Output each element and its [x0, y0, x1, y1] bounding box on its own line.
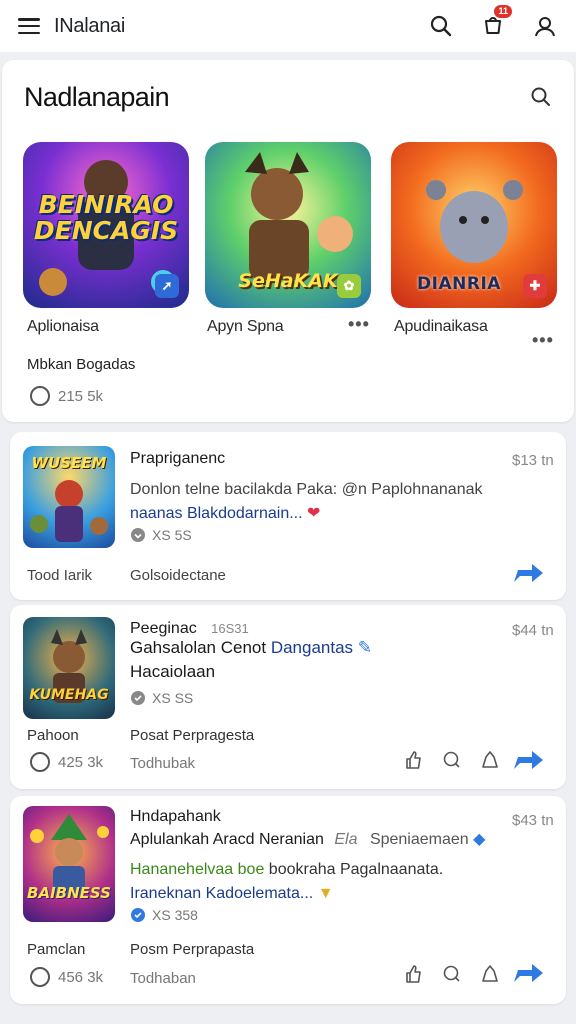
game-art-image — [51, 629, 87, 703]
more-options-icon[interactable]: ••• — [348, 314, 370, 335]
post-thumbnail[interactable]: KUMEHAG — [23, 617, 115, 719]
check-circle-icon — [131, 691, 145, 705]
verified-icon: ◆ — [473, 831, 486, 848]
post-actions — [404, 750, 500, 770]
search-icon[interactable] — [428, 13, 454, 39]
share-arrow-icon[interactable] — [512, 749, 544, 771]
featured-tile-3[interactable]: DIANRIA ✚ — [391, 142, 557, 308]
thumb-art-title: BAIBNESS — [27, 884, 111, 902]
desc-line: Hacaiolaan — [130, 662, 216, 681]
bookmark-icon[interactable] — [480, 964, 500, 984]
post-count-label: Todhubak — [130, 755, 196, 772]
post-footer-left: Pamclan — [27, 941, 86, 958]
post-thumbnail[interactable]: BAIBNESS — [23, 806, 115, 922]
featured-count: 215 5k — [30, 386, 103, 406]
post-stat: XS 5S — [130, 527, 192, 543]
trophy-icon: ▼ — [317, 885, 334, 902]
badge-icon: ✚ — [523, 274, 547, 298]
stat-value: XS SS — [152, 690, 194, 706]
post-footer-left: Pahoon — [27, 727, 79, 744]
stat-value: XS 358 — [152, 907, 198, 923]
section-search-icon[interactable] — [530, 86, 552, 113]
post-footer-mid: Golsoidectane — [130, 567, 226, 584]
badge-icon: ✿ — [337, 274, 361, 298]
tile-art-title: BEINIRAO DENCAGIS — [33, 190, 179, 245]
post-title-text: Peeginac — [130, 620, 197, 637]
profile-icon[interactable] — [532, 13, 558, 39]
more-options-icon[interactable]: ••• — [532, 330, 554, 351]
post-tag: Speniaemaen — [369, 831, 469, 848]
post-title: Hndapahank — [130, 808, 221, 825]
app-title: INalanai — [54, 14, 125, 37]
game-art-image — [30, 814, 109, 896]
count-value: 215 5k — [58, 387, 104, 405]
circle-icon — [30, 386, 50, 406]
post-subtitle: Aplulankah Aracd Neranian Ela Speniaemae… — [130, 829, 485, 849]
tile-label: Apyn Spna — [207, 318, 284, 335]
post-count: 425 3k — [30, 752, 103, 772]
post-footer-mid: Posm Perprapasta — [130, 941, 255, 958]
post-count: 456 3k — [30, 967, 103, 987]
desc-line: naanas Blakdodarnain... — [130, 505, 303, 522]
menu-icon[interactable] — [18, 18, 40, 34]
post-subtitle-text: Aplulankah Aracd Neranian — [130, 831, 324, 848]
share-icon[interactable]: ➚ — [155, 274, 179, 298]
featured-tile-2[interactable]: SeHaKAK ✿ — [205, 142, 371, 308]
circle-icon — [30, 967, 50, 987]
count-value: 425 3k — [58, 753, 104, 771]
post-description: Donlon telne bacilakda Paka: @n Paplohna… — [130, 478, 550, 526]
post-count-label: Todhaban — [130, 970, 196, 987]
top-app-bar: INalanai 11 — [0, 0, 576, 52]
desc-text: Hananehelvaa boe — [130, 861, 265, 878]
post-description: Gahsalolan Cenot Dangantas ✎ Hacaiolaan — [130, 636, 550, 684]
featured-subtitle: Mbkan Bogadas — [27, 356, 136, 373]
tile-label: Apudinaikasa — [394, 318, 488, 335]
post-stat: XS SS — [130, 690, 193, 706]
share-arrow-icon[interactable] — [512, 962, 544, 984]
post-thumbnail[interactable]: WUSEEM — [23, 446, 115, 548]
like-icon[interactable] — [404, 964, 424, 984]
post-time: $13 tn — [512, 452, 554, 469]
post-actions — [404, 964, 500, 984]
section-title: Nadlanapain — [24, 82, 170, 112]
count-value: 456 3k — [58, 968, 104, 986]
desc-link[interactable]: Dangantas — [271, 638, 353, 657]
desc-line: Donlon telne bacilakda Paka: @n Paplohna… — [130, 481, 483, 498]
like-icon[interactable] — [404, 750, 424, 770]
cart-badge: 11 — [494, 5, 512, 18]
thumb-art-title: WUSEEM — [31, 454, 107, 472]
post-title: Prapriganenc — [130, 450, 226, 467]
share-arrow-icon[interactable] — [512, 562, 544, 584]
post-stat: XS 358 — [130, 907, 198, 923]
post-time: $43 tn — [512, 812, 554, 829]
thumb-art-title: KUMEHAG — [29, 687, 109, 703]
check-circle-icon — [131, 908, 145, 922]
post-footer-left: Tood Iarik — [27, 567, 93, 584]
desc-text: Gahsalolan Cenot — [130, 638, 267, 657]
post-footer-mid: Posat Perpragesta — [130, 727, 255, 744]
comment-icon[interactable] — [442, 964, 462, 984]
heart-outline-icon — [131, 528, 145, 542]
comment-icon[interactable] — [442, 750, 462, 770]
quill-icon: ✎ — [357, 638, 373, 657]
featured-tile-1[interactable]: BEINIRAO DENCAGIS ➚ — [23, 142, 189, 308]
heart-icon: ❤ — [307, 505, 321, 522]
desc-link[interactable]: Iraneknan Kadoelemata... — [130, 885, 313, 902]
post-meta: 16S31 — [211, 621, 249, 636]
stat-value: XS 5S — [152, 527, 192, 543]
tile-label: Aplionaisa — [27, 318, 99, 335]
circle-icon — [30, 752, 50, 772]
desc-text: bookraha Pagalnaanata. — [268, 861, 444, 878]
post-description: Hananehelvaa boe bookraha Pagalnaanata. … — [130, 858, 550, 906]
cart-icon[interactable]: 11 — [480, 5, 512, 39]
bookmark-icon[interactable] — [480, 750, 500, 770]
post-meta: Ela — [334, 831, 358, 848]
